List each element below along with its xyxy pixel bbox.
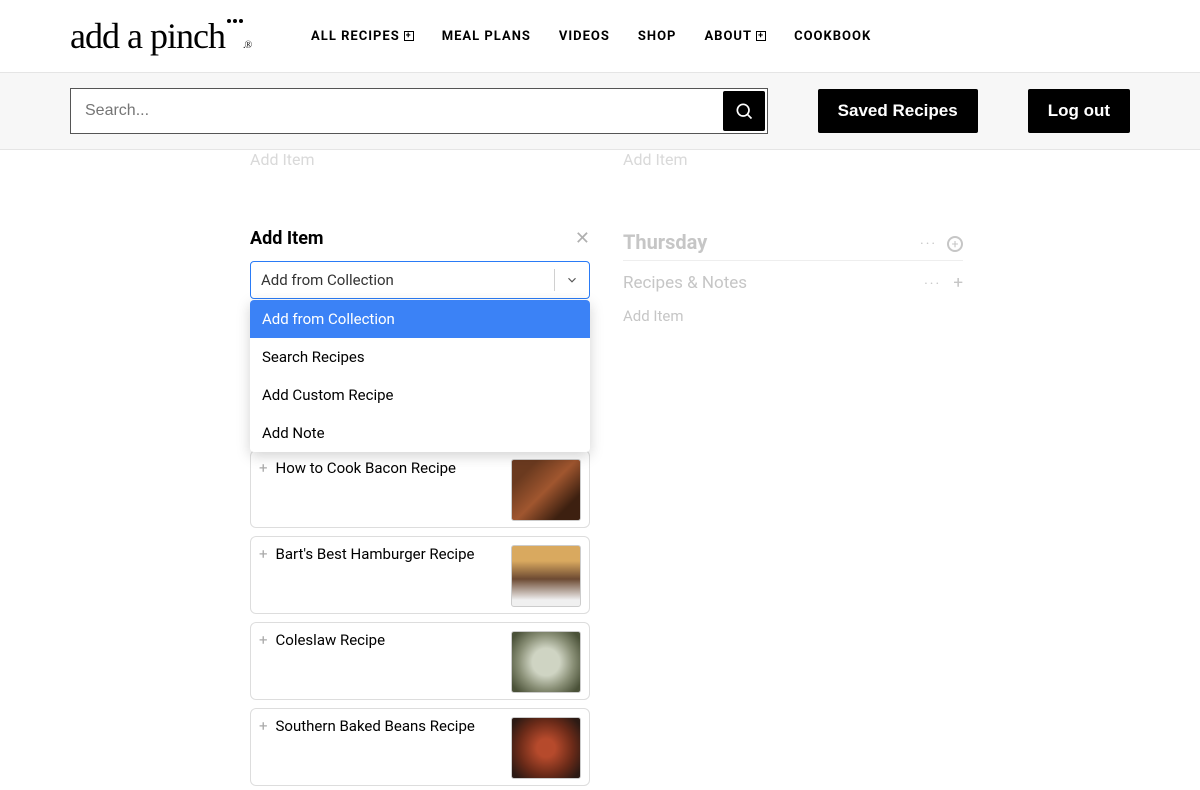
search-icon bbox=[734, 101, 754, 121]
day-actions: ··· + bbox=[920, 233, 963, 252]
plus-icon[interactable]: + bbox=[953, 273, 963, 293]
recipe-title: Southern Baked Beans Recipe bbox=[276, 717, 503, 735]
recipes-notes-actions: ··· + bbox=[924, 273, 963, 293]
recipe-card[interactable]: + How to Cook Bacon Recipe bbox=[250, 450, 590, 528]
nav-videos[interactable]: VIDEOS bbox=[559, 29, 610, 44]
add-item-modal: Add Item ✕ Add from Collection bbox=[250, 220, 590, 299]
recipe-title: Coleslaw Recipe bbox=[276, 631, 503, 649]
recipe-title: Bart's Best Hamburger Recipe bbox=[276, 545, 503, 563]
recipe-thumbnail bbox=[511, 631, 581, 693]
recipe-thumbnail bbox=[511, 717, 581, 779]
plus-icon[interactable]: + bbox=[259, 719, 268, 734]
modal-header: Add Item ✕ bbox=[250, 220, 590, 257]
recipe-thumbnail bbox=[511, 545, 581, 607]
nav-all-recipes[interactable]: ALL RECIPES + bbox=[311, 29, 414, 44]
nav-label: VIDEOS bbox=[559, 29, 610, 44]
option-add-note[interactable]: Add Note bbox=[250, 414, 590, 452]
plus-icon: + bbox=[404, 31, 414, 41]
recipe-card[interactable]: + Southern Baked Beans Recipe bbox=[250, 708, 590, 786]
option-search-recipes[interactable]: Search Recipes bbox=[250, 338, 590, 376]
more-icon[interactable]: ··· bbox=[924, 276, 941, 292]
day-name: Thursday bbox=[623, 230, 707, 254]
faded-add-item-left: Add Item bbox=[250, 150, 315, 169]
add-item-select[interactable]: Add from Collection bbox=[250, 261, 590, 299]
logo-registered-icon: .® bbox=[243, 40, 251, 51]
add-item-dropdown: Add from Collection Search Recipes Add C… bbox=[250, 300, 590, 452]
nav-label: ABOUT bbox=[704, 29, 752, 44]
option-add-from-collection[interactable]: Add from Collection bbox=[250, 300, 590, 338]
site-logo[interactable]: add a pinch .® bbox=[70, 15, 251, 57]
secondary-header: Saved Recipes Log out bbox=[0, 73, 1200, 150]
recipe-card[interactable]: + Bart's Best Hamburger Recipe bbox=[250, 536, 590, 614]
add-item-link[interactable]: Add Item bbox=[623, 307, 963, 325]
nav-label: COOKBOOK bbox=[794, 29, 871, 44]
recipe-list: + How to Cook Bacon Recipe + Bart's Best… bbox=[250, 450, 590, 790]
content-area: Add Item Add Item Thursday ··· + Recipes… bbox=[0, 150, 1200, 790]
day-header-row: Thursday ··· + bbox=[623, 230, 963, 261]
nav-label: MEAL PLANS bbox=[442, 29, 531, 44]
option-add-custom-recipe[interactable]: Add Custom Recipe bbox=[250, 376, 590, 414]
faded-add-item-right: Add Item bbox=[623, 150, 688, 169]
plus-icon[interactable]: + bbox=[259, 461, 268, 476]
logo-text: add a pinch bbox=[70, 15, 225, 57]
plus-icon[interactable]: + bbox=[259, 633, 268, 648]
main-nav: ALL RECIPES + MEAL PLANS VIDEOS SHOP ABO… bbox=[311, 29, 871, 44]
search-container bbox=[70, 88, 768, 134]
plus-icon: + bbox=[756, 31, 766, 41]
day-column: Thursday ··· + Recipes & Notes ··· + Add… bbox=[623, 230, 963, 325]
recipes-notes-label: Recipes & Notes bbox=[623, 273, 747, 293]
chevron-down-icon bbox=[555, 273, 589, 287]
recipe-thumbnail bbox=[511, 459, 581, 521]
logo-dots-icon bbox=[227, 19, 243, 23]
recipes-notes-row: Recipes & Notes ··· + bbox=[623, 273, 963, 293]
nav-shop[interactable]: SHOP bbox=[638, 29, 677, 44]
plus-icon[interactable]: + bbox=[259, 547, 268, 562]
select-value: Add from Collection bbox=[251, 271, 554, 289]
search-button[interactable] bbox=[723, 91, 765, 131]
nav-label: SHOP bbox=[638, 29, 677, 44]
recipe-card[interactable]: + Coleslaw Recipe bbox=[250, 622, 590, 700]
nav-label: ALL RECIPES bbox=[311, 29, 400, 44]
search-input[interactable] bbox=[71, 89, 721, 133]
close-icon[interactable]: ✕ bbox=[575, 228, 590, 249]
add-circle-icon[interactable]: + bbox=[947, 236, 963, 252]
site-header: add a pinch .® ALL RECIPES + MEAL PLANS … bbox=[0, 0, 1200, 73]
modal-title: Add Item bbox=[250, 228, 324, 249]
saved-recipes-button[interactable]: Saved Recipes bbox=[818, 89, 978, 133]
nav-cookbook[interactable]: COOKBOOK bbox=[794, 29, 871, 44]
logout-button[interactable]: Log out bbox=[1028, 89, 1130, 133]
nav-about[interactable]: ABOUT + bbox=[704, 29, 766, 44]
recipe-title: How to Cook Bacon Recipe bbox=[276, 459, 503, 477]
nav-meal-plans[interactable]: MEAL PLANS bbox=[442, 29, 531, 44]
more-icon[interactable]: ··· bbox=[920, 236, 937, 252]
